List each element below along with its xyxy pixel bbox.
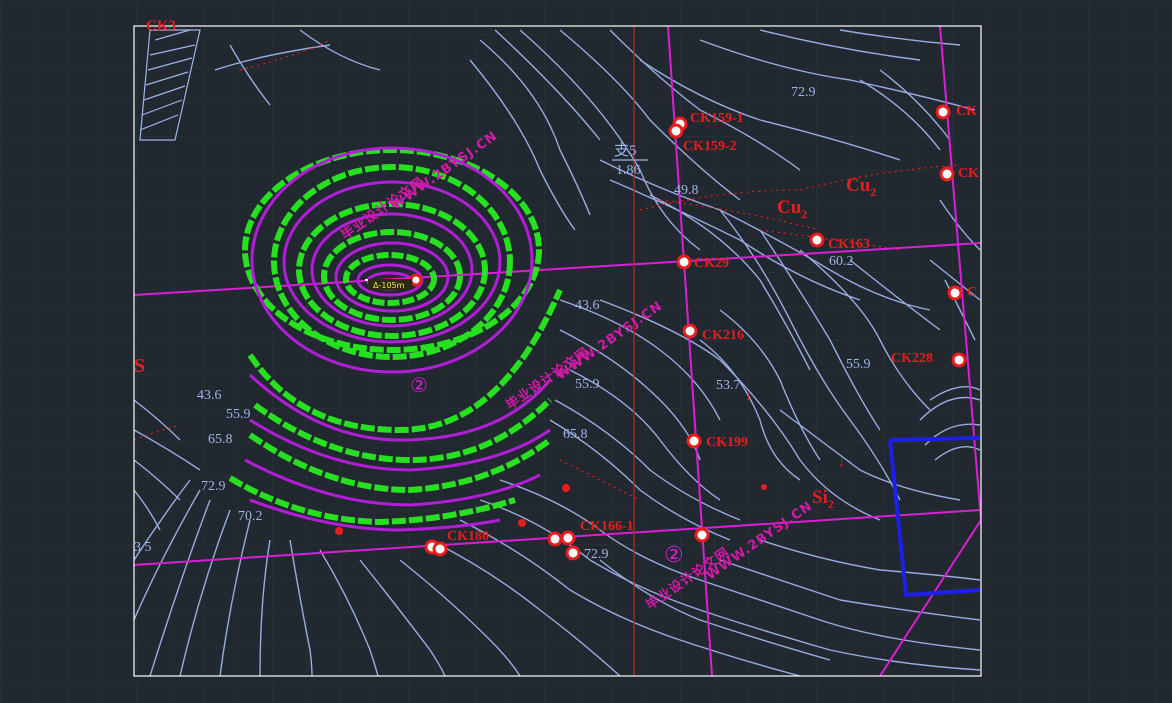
borehole-label: CK — [958, 166, 979, 181]
pit-stage-marker: ② — [410, 373, 428, 397]
contour-value: 43.6 — [575, 298, 600, 313]
drawing-canvas[interactable]: CK3 CK159-1 CK159-2 CK163 CK29 CK216 CK1… — [0, 0, 1172, 703]
borehole-label: CK3 — [146, 18, 176, 34]
arrow-mark: ↓ — [838, 455, 845, 470]
borehole-label: CK163 — [828, 237, 870, 252]
contour-value: 72.9 — [201, 479, 226, 494]
ratio-numerator: 支5 — [614, 142, 637, 159]
borehole-label: CK29 — [694, 256, 729, 271]
pit-elevation-label: Δ-105m — [373, 281, 405, 290]
borehole-label: CK228 — [891, 351, 933, 366]
contour-value: 55.9 — [226, 407, 251, 422]
contour-value: 60.2 — [829, 254, 854, 269]
contour-value: 55.9 — [575, 377, 600, 392]
borehole-label: C — [967, 285, 977, 300]
contour-value: 3 5 — [134, 540, 152, 555]
contour-value: 65.8 — [563, 427, 588, 442]
stage-marker: ② — [664, 543, 684, 568]
contour-value: 72.9 — [584, 547, 609, 562]
contour-value: 70.2 — [238, 509, 263, 524]
borehole-label: CK166-1 — [580, 519, 634, 534]
contour-value: 53.7 — [716, 378, 741, 393]
arrow-mark: ↓ — [745, 389, 752, 404]
contour-value: 55.9 — [846, 357, 871, 372]
borehole-label: CK — [956, 104, 977, 119]
contour-value: 72.9 — [791, 85, 816, 100]
contour-value: 65.8 — [208, 432, 233, 447]
borehole-label: CK199 — [706, 435, 748, 450]
contour-value: 43.6 — [197, 388, 222, 403]
borehole-label: CK216 — [702, 328, 744, 343]
contour-value: 49.8 — [674, 183, 699, 198]
cad-viewport[interactable]: CK3 CK159-1 CK159-2 CK163 CK29 CK216 CK1… — [0, 0, 1172, 703]
borehole-label: CK159-1 — [690, 111, 744, 126]
ratio-denominator: 1.86 — [616, 163, 641, 178]
borehole-label: CK180 — [447, 529, 489, 544]
borehole-label: CK159-2 — [683, 139, 737, 154]
layer-label-s: S — [134, 355, 145, 377]
